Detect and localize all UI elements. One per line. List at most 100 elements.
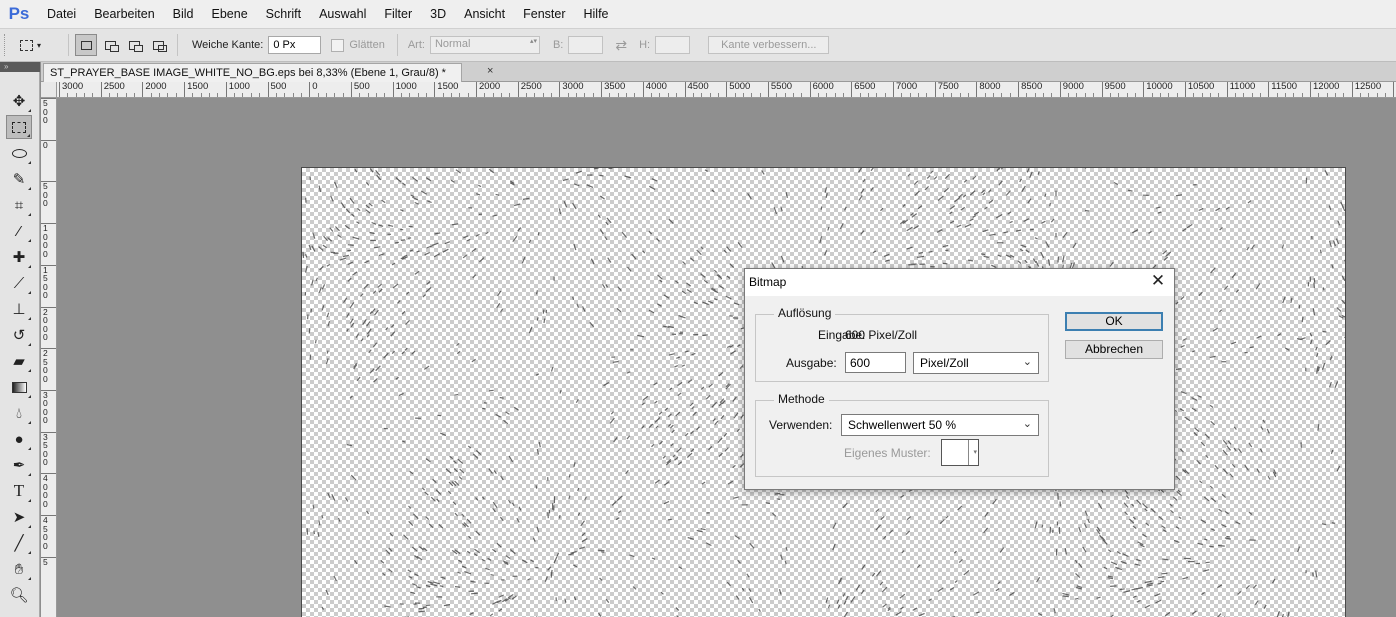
ruler-minor-tick [1276, 93, 1278, 97]
ruler-minor-tick [117, 93, 119, 97]
path-select-tool-icon[interactable]: ➤ [6, 505, 32, 529]
ruler-minor-tick [742, 93, 744, 97]
menu-hilfe[interactable]: Hilfe [575, 0, 618, 28]
ruler-minor-tick [342, 93, 344, 97]
close-tab-icon[interactable]: × [487, 65, 493, 77]
zoom-tool-icon[interactable]: 🔍︎ [6, 583, 32, 607]
ruler-minor-tick [634, 93, 636, 97]
type-tool-icon[interactable]: T [6, 479, 32, 503]
subtract-from-selection-button[interactable] [123, 34, 145, 56]
rect-marquee-tool-icon[interactable] [6, 115, 32, 139]
app-logo: Ps [8, 4, 30, 23]
quick-select-tool-icon[interactable]: ✎ [6, 167, 32, 191]
move-tool-icon[interactable]: ✥ [6, 89, 32, 113]
ruler-minor-tick [1326, 93, 1328, 97]
eyedropper-tool-icon[interactable]: ⁄ [6, 219, 32, 243]
height-label: H: [639, 39, 651, 51]
pen-tool-icon[interactable]: ✒ [6, 453, 32, 477]
menu-ansicht[interactable]: Ansicht [455, 0, 514, 28]
output-unit-select[interactable]: Pixel/Zoll ⌄ [913, 352, 1039, 374]
eraser-tool-icon[interactable]: ▰ [6, 349, 32, 373]
swap-dimensions-icon[interactable]: ⇄ [615, 37, 627, 54]
ruler-minor-tick [1193, 93, 1195, 97]
ruler-tick-label: 1500 [434, 82, 458, 97]
ok-button[interactable]: OK [1065, 312, 1163, 331]
toolbar-collapse[interactable]: » [0, 62, 40, 72]
height-input[interactable] [655, 36, 691, 54]
tool-preset-picker[interactable]: ▾ [20, 33, 62, 57]
ruler-minor-tick [1118, 93, 1120, 97]
ruler-minor-tick [250, 93, 252, 97]
ruler-minor-tick [450, 93, 452, 97]
style-label: Art: [407, 39, 425, 51]
menu-bearbeiten[interactable]: Bearbeiten [85, 0, 163, 28]
ruler-minor-tick [467, 93, 469, 97]
ruler-tick-label: 1000 [41, 223, 56, 265]
cancel-button[interactable]: Abbrechen [1065, 340, 1163, 359]
ruler-minor-tick [209, 93, 211, 97]
close-icon[interactable]: ✕ [1149, 271, 1167, 291]
dialog-titlebar[interactable]: Bitmap ✕ [745, 269, 1174, 296]
ruler-minor-tick [959, 93, 961, 97]
ruler-minor-tick [92, 93, 94, 97]
ruler-minor-tick [1218, 93, 1220, 97]
ruler-minor-tick [984, 93, 986, 97]
menu-auswahl[interactable]: Auswahl [310, 0, 375, 28]
horizontal-ruler[interactable]: 3000 2500 2000 1500 1000 500 0 500 1000 1500 2000 2… [57, 82, 1396, 98]
menu-bild[interactable]: Bild [164, 0, 203, 28]
menu-ebene[interactable]: Ebene [203, 0, 257, 28]
history-brush-tool-icon[interactable]: ↺ [6, 323, 32, 347]
ruler-minor-tick [375, 93, 377, 97]
ruler-minor-tick [576, 93, 578, 97]
intersect-selection-icon [152, 40, 167, 52]
menu-fenster[interactable]: Fenster [514, 0, 574, 28]
output-resolution-input[interactable] [845, 352, 906, 373]
lasso-tool-icon[interactable] [6, 141, 32, 165]
dodge-tool-icon[interactable]: ● [6, 427, 32, 451]
blur-tool-icon[interactable]: 💧︎ [6, 401, 32, 425]
ruler-minor-tick [425, 93, 427, 97]
ruler-tick-label: 1500 [41, 264, 56, 307]
refine-edge-button[interactable]: Kante verbessern... [708, 36, 830, 54]
options-grip[interactable] [4, 34, 12, 56]
canvas-workspace[interactable] [57, 98, 1396, 617]
new-selection-button[interactable] [75, 34, 97, 56]
menu-schrift[interactable]: Schrift [257, 0, 310, 28]
menu-filter[interactable]: Filter [375, 0, 421, 28]
line-tool-icon[interactable]: ╱ [6, 531, 32, 555]
ruler-minor-tick [651, 93, 653, 97]
brush-tool-icon[interactable]: ⟋ [6, 271, 32, 295]
bitmap-dialog: Bitmap ✕ Auflösung Eingabe: 600 Pixel/Zo… [744, 268, 1175, 490]
ruler-tick-label: 0 [309, 82, 317, 97]
ruler-minor-tick [275, 93, 277, 97]
document-tab[interactable]: ST_PRAYER_BASE IMAGE_WHITE_NO_BG.eps bei… [43, 63, 462, 82]
clone-stamp-tool-icon[interactable]: ⊥ [6, 297, 32, 321]
ruler-minor-tick [234, 93, 236, 97]
hand-tool-icon[interactable]: ✋︎ [6, 557, 32, 581]
ruler-tick-label: 2000 [41, 306, 56, 349]
ruler-origin[interactable] [41, 82, 57, 98]
healing-brush-tool-icon[interactable]: ✚ [6, 245, 32, 269]
add-to-selection-button[interactable] [99, 34, 121, 56]
intersect-selection-button[interactable] [147, 34, 169, 56]
custom-pattern-picker[interactable]: ▾ [941, 439, 979, 466]
ruler-minor-tick [842, 93, 844, 97]
menu-3d[interactable]: 3D [421, 0, 455, 28]
gradient-tool-icon[interactable] [6, 375, 32, 399]
width-input[interactable] [568, 36, 604, 54]
ruler-minor-tick [1076, 93, 1078, 97]
feather-input[interactable] [268, 36, 322, 54]
ruler-minor-tick [1360, 93, 1362, 97]
ruler-minor-tick [1109, 93, 1111, 97]
options-bar: ▾ Weiche Kante: Glätten Art: Normal B: ⇄… [0, 28, 1396, 62]
crop-tool-icon[interactable]: ⌗ [6, 193, 32, 217]
ruler-minor-tick [859, 93, 861, 97]
method-select[interactable]: Schwellenwert 50 % ⌄ [841, 414, 1039, 436]
ruler-minor-tick [534, 93, 536, 97]
vertical-ruler[interactable]: 500 0 500 1000 1500 2000 2500 3000 3500 4000 4500 5 [41, 98, 57, 617]
ruler-minor-tick [776, 93, 778, 97]
ruler-minor-tick [609, 93, 611, 97]
antialias-checkbox[interactable] [331, 38, 345, 52]
menu-datei[interactable]: Datei [38, 0, 85, 28]
style-select[interactable]: Normal [429, 36, 540, 54]
